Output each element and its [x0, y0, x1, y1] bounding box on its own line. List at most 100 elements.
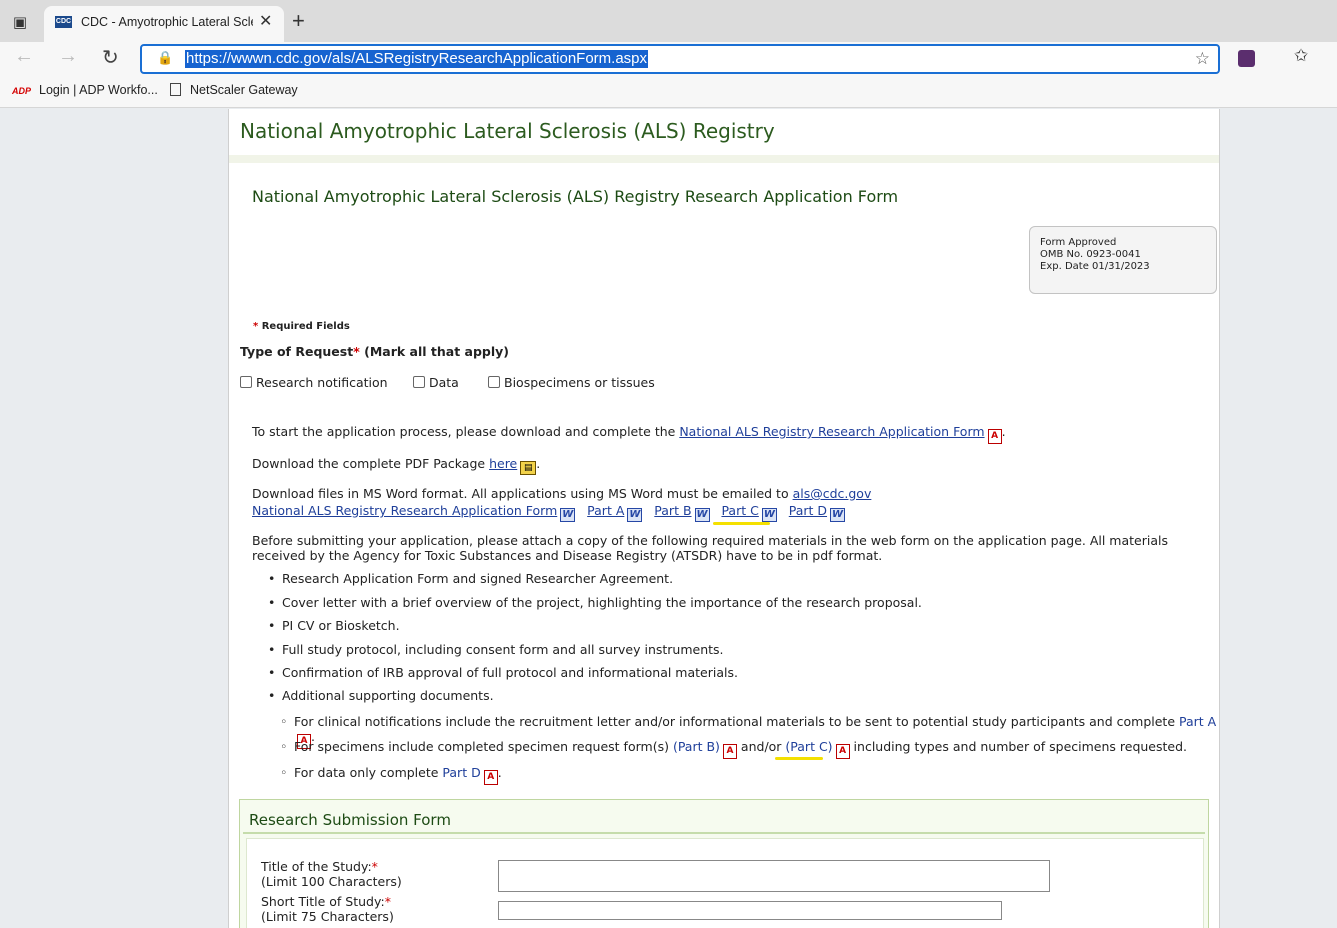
browser-tab[interactable]: CDC CDC - Amyotrophic Lateral Sclerosis …	[44, 6, 284, 42]
paragraph-text: To start the application process, please…	[252, 424, 676, 439]
part-a-pdf-link[interactable]: Part A	[1179, 714, 1216, 729]
omb-line: OMB No. 0923-0041	[1040, 249, 1141, 260]
list-item: Full study protocol, including consent f…	[268, 642, 724, 657]
word-part-d-link[interactable]: Part D	[789, 503, 827, 518]
adp-logo-icon: ADP	[12, 86, 32, 96]
application-form-pdf-link[interactable]: National ALS Registry Research Applicati…	[679, 424, 984, 439]
list-item: PI CV or Biosketch.	[268, 618, 400, 633]
address-bar[interactable]: 🔒 https://wwwn.cdc.gov/als/ALSRegistryRe…	[140, 44, 1220, 74]
study-title-label: Title of the Study:* (Limit 100 Character…	[261, 859, 402, 889]
tab-close-icon[interactable]: ✕	[259, 11, 272, 30]
highlight-mark	[713, 522, 770, 525]
sub-item-text: and/or	[740, 739, 782, 754]
word-links-row: National ALS Registry Research Applicati…	[252, 503, 846, 522]
tab-actions-icon[interactable]: ▣	[10, 12, 30, 32]
omb-box: Form Approved OMB No. 0923-0041 Exp. Dat…	[1029, 226, 1217, 294]
sub-item-text: For specimens include completed specimen…	[294, 739, 669, 754]
short-title-input[interactable]	[498, 901, 1002, 920]
pdf-icon: A	[722, 744, 737, 759]
browser-tab-bar: ▣ CDC CDC - Amyotrophic Lateral Sclerosi…	[0, 0, 1337, 42]
favorites-icon[interactable]: ✩	[1294, 46, 1308, 66]
word-icon: W	[560, 508, 576, 522]
word-part-c-link[interactable]: Part C	[721, 503, 758, 518]
tab-title: CDC - Amyotrophic Lateral Sclerosis	[81, 15, 253, 29]
package-icon: ▤	[520, 461, 537, 475]
type-of-request-text: Type of Request	[240, 344, 354, 359]
page-icon	[170, 83, 181, 96]
data-option[interactable]: Data	[413, 375, 459, 390]
pdf-icon: A	[987, 429, 1002, 444]
data-checkbox[interactable]	[413, 376, 425, 388]
bookmark-adp[interactable]: ADP Login | ADP Workfo...	[12, 83, 158, 97]
list-item: Cover letter with a brief overview of th…	[268, 595, 922, 610]
word-icon: W	[830, 508, 846, 522]
add-favorite-icon[interactable]: ☆	[1195, 49, 1210, 69]
cdc-favicon-icon: CDC	[55, 16, 72, 28]
field-hint: (Limit 75 Characters)	[261, 909, 394, 924]
sub-item-text: including types and number of specimens …	[853, 739, 1188, 754]
before-submitting-text: Before submitting your application, plea…	[252, 533, 1168, 563]
sub-item-text: For clinical notifications include the r…	[294, 714, 1176, 729]
checkbox-label: Biospecimens or tissues	[504, 375, 655, 390]
form-title: National Amyotrophic Lateral Sclerosis (…	[252, 187, 899, 206]
checkbox-label: Research notification	[256, 375, 388, 390]
divider	[243, 832, 1205, 834]
part-c-pdf-link[interactable]: (Part C)	[785, 739, 832, 754]
word-part-b-link[interactable]: Part B	[654, 503, 691, 518]
part-b-pdf-link[interactable]: (Part B)	[673, 739, 720, 754]
email-link[interactable]: als@cdc.gov	[793, 486, 872, 501]
sub-list-item: For specimens include completed specimen…	[280, 739, 1188, 759]
refresh-icon[interactable]: ↻	[102, 45, 119, 70]
research-submission-form: Research Submission Form Title of the St…	[239, 799, 1209, 928]
research-notification-checkbox[interactable]	[240, 376, 252, 388]
forward-icon[interactable]: →	[58, 45, 78, 68]
word-icon: W	[761, 508, 777, 522]
site-title: National Amyotrophic Lateral Sclerosis (…	[240, 119, 775, 143]
url-text[interactable]: https://wwwn.cdc.gov/als/ALSRegistryRese…	[185, 50, 649, 68]
word-application-form-link[interactable]: National ALS Registry Research Applicati…	[252, 503, 557, 518]
research-notification-option[interactable]: Research notification	[240, 375, 388, 390]
pdf-icon: A	[483, 770, 498, 785]
list-item: Additional supporting documents.	[268, 688, 494, 703]
type-of-request-label: Type of Request* (Mark all that apply)	[240, 344, 509, 359]
highlight-mark	[775, 757, 823, 760]
bookmark-label: NetScaler Gateway	[190, 83, 298, 97]
research-submission-form-title: Research Submission Form	[249, 811, 451, 829]
required-fields-label: Required Fields	[261, 321, 350, 332]
word-icon: W	[627, 508, 643, 522]
web-page: National Amyotrophic Lateral Sclerosis (…	[228, 109, 1220, 928]
sub-item-text: For data only complete	[294, 765, 439, 780]
sub-list-item: For data only complete Part DA.	[280, 765, 502, 785]
bookmark-netscaler[interactable]: NetScaler Gateway	[170, 83, 298, 97]
pdf-package-link[interactable]: here	[489, 456, 517, 471]
biospecimens-checkbox[interactable]	[488, 376, 500, 388]
required-fields-note: * Required Fields	[253, 321, 350, 332]
study-title-input[interactable]	[498, 860, 1050, 892]
start-process-text: To start the application process, please…	[252, 424, 1006, 444]
bookmarks-bar: ADP Login | ADP Workfo... NetScaler Gatew…	[0, 76, 1337, 108]
extension-icon[interactable]	[1238, 50, 1255, 67]
form-body: Title of the Study:* (Limit 100 Character…	[246, 838, 1204, 928]
list-item: Research Application Form and signed Res…	[268, 571, 673, 586]
pdf-icon: A	[835, 744, 850, 759]
lock-icon[interactable]: 🔒	[157, 51, 173, 66]
pdf-package-text: Download the complete PDF Package here ▤.	[252, 456, 541, 475]
omb-line: Exp. Date 01/31/2023	[1040, 261, 1150, 272]
biospecimens-option[interactable]: Biospecimens or tissues	[488, 375, 655, 390]
paragraph-text: Download the complete PDF Package	[252, 456, 486, 471]
field-label: Title of the Study:	[261, 859, 372, 874]
omb-line: Form Approved	[1040, 237, 1117, 248]
word-format-text: Download files in MS Word format. All ap…	[252, 486, 871, 501]
word-part-a-link[interactable]: Part A	[587, 503, 624, 518]
short-title-label: Short Title of Study:* (Limit 75 Characte…	[261, 894, 394, 924]
new-tab-icon[interactable]: +	[292, 8, 305, 34]
field-label: Short Title of Study:	[261, 894, 385, 909]
bookmark-label: Login | ADP Workfo...	[39, 83, 158, 97]
browser-toolbar: ← → ↻ 🔒 https://wwwn.cdc.gov/als/ALSRegi…	[0, 42, 1337, 76]
header-band	[229, 155, 1219, 163]
part-d-pdf-link[interactable]: Part D	[442, 765, 480, 780]
mark-all-text: (Mark all that apply)	[364, 344, 509, 359]
back-icon[interactable]: ←	[14, 45, 34, 68]
field-hint: (Limit 100 Characters)	[261, 874, 402, 889]
paragraph-text: Download files in MS Word format. All ap…	[252, 486, 789, 501]
